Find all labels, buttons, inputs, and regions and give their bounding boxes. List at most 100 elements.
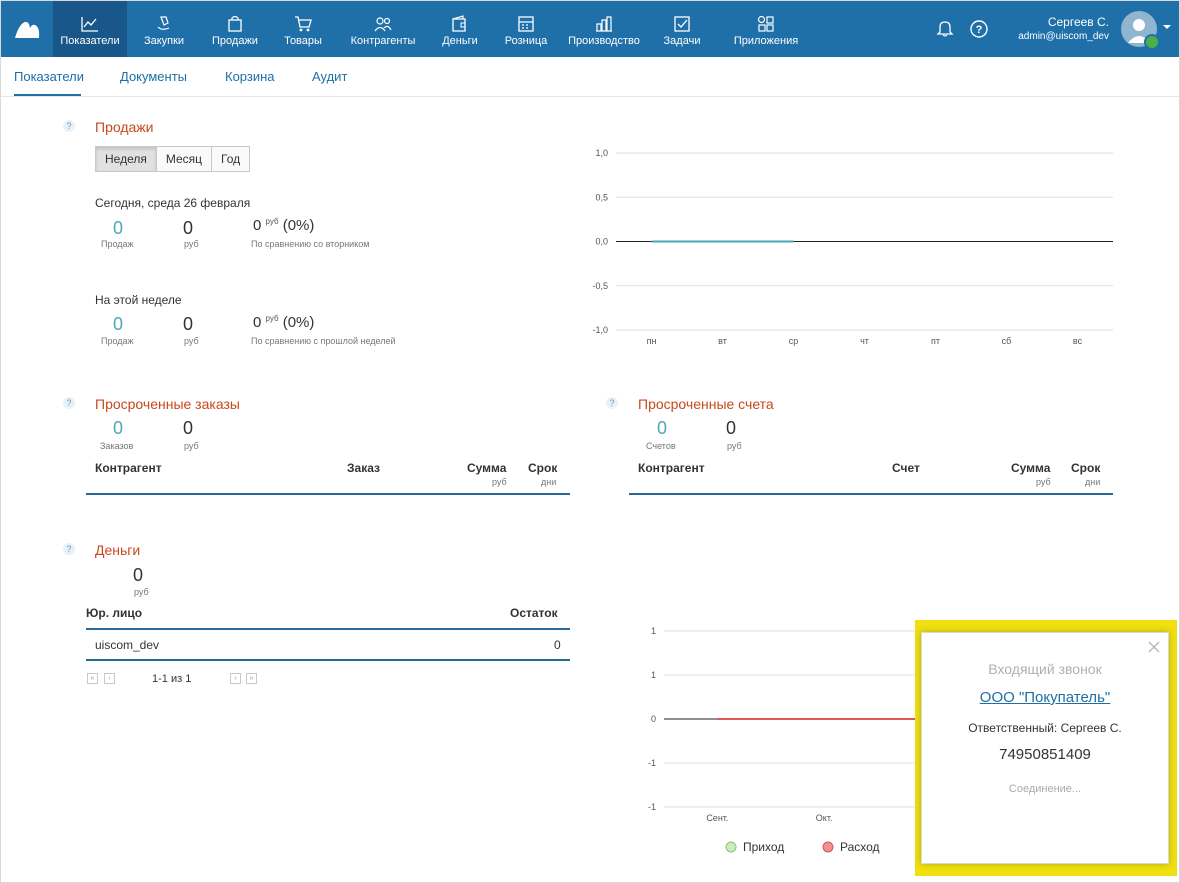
app-window: Показатели Закупки Продажи Товары Контра… [0,0,1180,883]
logo[interactable] [1,1,53,57]
col-entity[interactable]: Юр. лицо [86,606,142,620]
col-sum[interactable]: Сумма [1011,461,1050,475]
x-tick-label: сб [1002,336,1012,346]
tab-audit[interactable]: Аудит [312,69,347,84]
tab-documents[interactable]: Документы [120,69,187,84]
col-balance[interactable]: Остаток [510,606,558,620]
comparison-unit: руб [265,217,279,226]
user-info[interactable]: Сергеев С. admin@uiscom_dev [969,15,1109,42]
table-divider [86,493,570,495]
user-name: Сергеев С. [1047,15,1109,29]
y-tick-label: -1,0 [592,325,608,335]
y-tick-label: 1,0 [595,148,608,158]
chart-line-icon [81,17,98,32]
overdue-invoices-title: Просроченные счета [638,396,774,412]
col-term-unit: дни [1085,477,1101,487]
help-icon[interactable]: ? [63,397,75,409]
week-sales-count[interactable]: 0 [113,314,123,335]
nav-item-apps[interactable]: Приложения [717,1,815,57]
table-divider [629,493,1113,495]
x-tick-label: вт [718,336,727,346]
pager-prev-button[interactable]: ‹ [104,673,115,684]
col-term-unit: дни [541,477,557,487]
overdue-invoices-count[interactable]: 0 [657,418,667,439]
shop-badge-icon [1144,34,1160,50]
help-icon[interactable]: ? [606,397,618,409]
cart-icon [295,16,312,32]
legend-label: Расход [840,840,880,854]
sales-title: Продажи [95,119,154,135]
money-total: 0 [133,565,144,585]
legend-marker [725,841,737,853]
today-sales-count[interactable]: 0 [113,218,123,239]
table-cell-entity[interactable]: uiscom_dev [95,638,159,652]
comparison-value: 0 [253,314,262,331]
nav-item-retail[interactable]: Розница [491,1,561,57]
col-invoice[interactable]: Счет [892,461,920,475]
overdue-orders-title: Просроченные заказы [95,396,240,412]
tab-indicators[interactable]: Показатели [14,69,84,84]
chevron-down-icon[interactable] [1163,25,1171,29]
x-tick-label: ср [789,336,799,346]
period-week-button[interactable]: Неделя [95,146,157,172]
popup-title: Входящий звонок [988,661,1102,677]
top-navbar: Показатели Закупки Продажи Товары Контра… [1,1,1179,57]
checkbox-icon [674,16,690,32]
col-term[interactable]: Срок [528,461,557,475]
money-title: Деньги [95,542,141,558]
sub-tabs: Показатели Документы Корзина Аудит [1,57,1179,97]
y-tick-label: 0 [651,714,656,724]
close-icon[interactable] [1148,641,1160,653]
period-selector: Неделя Месяц Год [95,146,251,172]
nav-item-tasks[interactable]: Задачи [647,1,717,57]
period-year-button[interactable]: Год [212,146,251,172]
nav-item-label: Товары [284,35,322,47]
y-tick-label: -1 [648,758,656,768]
nav-item-purchases[interactable]: Закупки [127,1,201,57]
apps-grid-icon [757,15,774,32]
pager-last-button[interactable]: » [246,673,257,684]
avatar[interactable] [1121,11,1160,50]
caller-phone: 74950851409 [999,746,1091,763]
x-tick-label: чт [860,336,869,346]
overdue-orders-count[interactable]: 0 [113,418,123,439]
tab-trash[interactable]: Корзина [225,69,275,84]
y-tick-label: 1 [651,626,656,636]
overdue-orders-sum-caption: руб [184,441,199,451]
bell-icon[interactable] [935,18,955,38]
today-comparison: 0 руб (0%) [253,217,314,234]
nav-item-goods[interactable]: Товары [269,1,337,57]
col-counterparty[interactable]: Контрагент [95,461,162,475]
y-tick-label: 0,5 [595,192,608,202]
overdue-orders-sum: 0 [183,418,194,438]
caller-company-link[interactable]: ООО "Покупатель" [922,689,1168,706]
help-icon[interactable]: ? [63,543,75,555]
nav-item-label: Деньги [442,35,478,47]
nav-item-counterparties[interactable]: Контрагенты [337,1,429,57]
pager-first-button[interactable]: « [87,673,98,684]
comparison-percent: (0%) [282,217,315,234]
col-term[interactable]: Срок [1071,461,1100,475]
x-tick-label: Окт. [816,813,833,823]
col-sum[interactable]: Сумма [467,461,506,475]
user-email: admin@uiscom_dev [1018,31,1109,42]
help-icon[interactable]: ? [63,120,75,132]
nav-item-production[interactable]: Производство [561,1,647,57]
col-order[interactable]: Заказ [347,461,380,475]
nav-item-label: Производство [568,35,640,47]
pager-next-button[interactable]: › [230,673,241,684]
nav-item-money[interactable]: Деньги [429,1,491,57]
col-counterparty[interactable]: Контрагент [638,461,705,475]
money-total-caption: руб [134,587,149,597]
nav-item-label: Продажи [212,35,258,47]
table-divider [86,659,570,661]
col-sum-unit: руб [1036,477,1051,487]
period-month-button[interactable]: Месяц [156,146,213,172]
nav-item-indicators[interactable]: Показатели [53,1,127,57]
overdue-orders-count-caption: Заказов [100,441,134,451]
pager-text: 1-1 из 1 [152,673,192,685]
overdue-invoices-sum: 0 [726,418,737,438]
x-tick-label: пт [931,336,940,346]
nav-item-label: Показатели [60,35,120,47]
nav-item-sales[interactable]: Продажи [201,1,269,57]
